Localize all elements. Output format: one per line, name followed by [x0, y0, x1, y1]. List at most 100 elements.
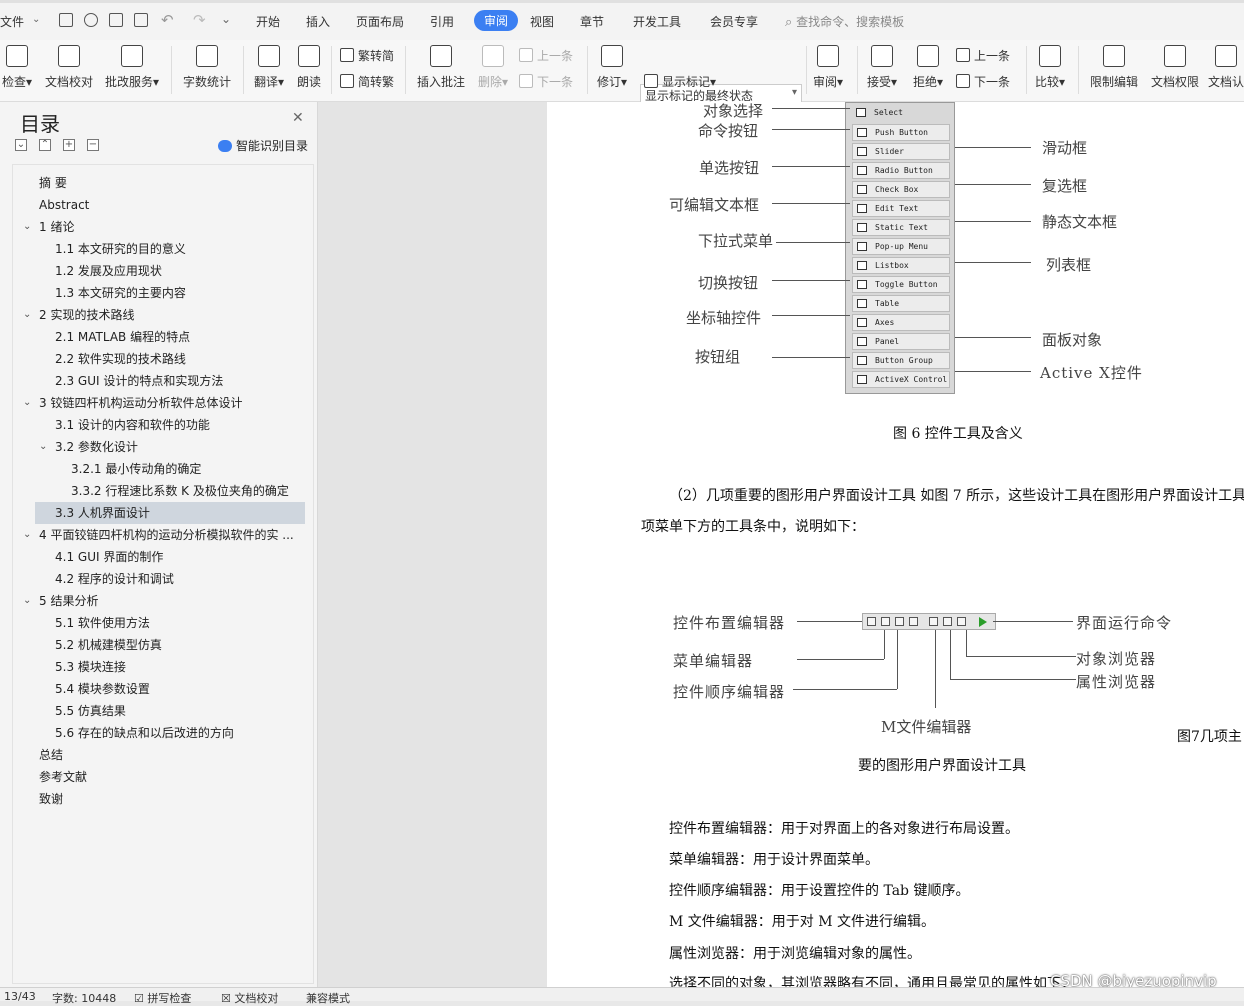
save-icon[interactable]	[59, 13, 73, 27]
menu-tab[interactable]: 引用	[430, 13, 454, 30]
translate-button[interactable]: 翻译▾	[251, 43, 287, 90]
smart-toc-button[interactable]: 智能识别目录	[218, 137, 308, 154]
page-indicator[interactable]: 13/43	[4, 990, 36, 1003]
track-changes-icon	[601, 45, 623, 67]
fig7-label: 对象浏览器	[1076, 650, 1157, 668]
tool-icon	[895, 617, 904, 626]
doc-check-button[interactable]: 文档校对	[43, 43, 95, 90]
menu-tab[interactable]: 会员专享	[710, 13, 758, 30]
delete-comment-button[interactable]: 删除▾	[474, 43, 512, 90]
chevron-down-icon[interactable]: ⌄	[23, 590, 31, 612]
toc-item[interactable]: 2.3 GUI 设计的特点和实现方法	[55, 370, 223, 392]
doc-check-status[interactable]: ☒ 文档校对	[221, 990, 278, 1006]
menu-tab[interactable]: 开发工具	[633, 13, 681, 30]
chevron-down-icon[interactable]: ⌄	[23, 216, 31, 238]
toc-item-selected[interactable]: 3.3 人机界面设计	[35, 502, 305, 524]
customize-icon[interactable]: ⌄	[221, 12, 231, 26]
toc-item[interactable]: 2 实现的技术路线	[39, 304, 134, 326]
remove-heading-icon[interactable]: −	[87, 139, 99, 151]
print-icon[interactable]	[109, 13, 123, 27]
spell-check-button[interactable]: 检查▾	[0, 43, 34, 90]
list-item: M 文件编辑器：用于对 M 文件进行编辑。	[669, 914, 936, 930]
insert-comment-button[interactable]: 插入批注	[414, 43, 468, 90]
menu-tab[interactable]: 审阅	[474, 10, 519, 31]
toc-item[interactable]: 1 绪论	[39, 216, 74, 238]
toc-item[interactable]: 致谢	[39, 788, 63, 810]
toc-item[interactable]: 2.1 MATLAB 编程的特点	[55, 326, 190, 348]
toc-item[interactable]: Abstract	[39, 194, 89, 216]
chevron-down-icon[interactable]: ⌄	[39, 436, 47, 458]
toc-item[interactable]: 5.3 模块连接	[55, 656, 126, 678]
toc-item[interactable]: 5.2 机械建模型仿真	[55, 634, 162, 656]
show-markup-button[interactable]: 显示标记▾	[644, 73, 716, 90]
add-heading-icon[interactable]: +	[63, 139, 75, 151]
compare-button[interactable]: 比较▾	[1032, 43, 1068, 90]
toc-item[interactable]: 5.6 存在的缺点和以后改进的方向	[55, 722, 234, 744]
toc-item[interactable]: 3.2.1 最小传动角的确定	[71, 458, 201, 480]
menu-tab[interactable]: 开始	[256, 13, 280, 30]
toc-item[interactable]: 2.2 软件实现的技术路线	[55, 348, 186, 370]
spell-check-status[interactable]: ☑ 拼写检查	[134, 990, 191, 1006]
toc-item[interactable]: 5.4 模块参数设置	[55, 678, 150, 700]
trad-to-simp-button[interactable]: 繁转简	[340, 47, 394, 64]
review-service-button[interactable]: 批改服务▾	[102, 43, 162, 90]
restrict-edit-button[interactable]: 限制编辑	[1087, 43, 1141, 90]
menu-bar: 文件 ⌄ ↶ ↷ ⌄ 开始 插入 页面布局 引用 审阅 视图 章节 开发工具 会员专享 ⌕ 查找…	[0, 0, 1244, 40]
toc-item[interactable]: 1.3 本文研究的主要内容	[55, 282, 186, 304]
next-change-button[interactable]: 下一条	[956, 73, 1010, 90]
chevron-down-icon[interactable]: ⌄	[23, 524, 31, 546]
palette-item-label: Slider	[875, 147, 904, 156]
prev-comment-button[interactable]: 上一条	[519, 47, 573, 64]
ribbon-divider	[806, 46, 807, 94]
menu-tab[interactable]: 页面布局	[356, 13, 404, 30]
toc-item[interactable]: 3.3.2 行程速比系数 K 及极位夹角的确定	[71, 480, 289, 502]
menu-tab[interactable]: 插入	[306, 13, 330, 30]
toc-item[interactable]: 4.2 程序的设计和调试	[55, 568, 174, 590]
leader-line	[955, 262, 1031, 263]
redo-icon[interactable]: ↷	[193, 11, 206, 29]
chevron-down-icon[interactable]: ⌄	[32, 14, 40, 25]
toc-item[interactable]: 4 平面铰链四杆机构的运动分析模拟软件的实 ...	[39, 524, 294, 546]
collapse-all-icon[interactable]: ⌄	[15, 139, 27, 151]
word-count-status[interactable]: 字数: 10448	[52, 990, 116, 1006]
next-comment-button[interactable]: 下一条	[519, 73, 573, 90]
track-changes-button[interactable]: 修订▾	[594, 43, 630, 90]
toc-item[interactable]: 5 结果分析	[39, 590, 98, 612]
close-icon[interactable]: ✕	[292, 110, 304, 126]
undo-history-icon[interactable]	[84, 13, 98, 27]
toc-item[interactable]: 3.2 参数化设计	[55, 436, 138, 458]
toc-item[interactable]: 5.5 仿真结果	[55, 700, 126, 722]
file-menu[interactable]: 文件	[0, 13, 24, 30]
menu-tab[interactable]: 视图	[530, 13, 554, 30]
menu-tab[interactable]: 章节	[580, 13, 604, 30]
read-aloud-button[interactable]: 朗读	[294, 43, 324, 90]
prev-change-button[interactable]: 上一条	[956, 47, 1010, 64]
chevron-down-icon[interactable]: ⌄	[23, 304, 31, 326]
reject-icon	[917, 45, 939, 67]
review-pane-button[interactable]: 审阅▾	[810, 43, 846, 90]
accept-button[interactable]: 接受▾	[864, 43, 900, 90]
simp-to-trad-button[interactable]: 简转繁	[340, 73, 394, 90]
toc-item[interactable]: 5.1 软件使用方法	[55, 612, 150, 634]
palette-item: Push Button	[852, 124, 950, 141]
toc-item[interactable]: 总结	[39, 744, 63, 766]
expand-up-icon[interactable]: ⌃	[39, 139, 51, 151]
leader-line	[955, 337, 1031, 338]
list-item: 属性浏览器：用于浏览编辑对象的属性。	[669, 946, 921, 962]
doc-permission-button[interactable]: 文档权限	[1148, 43, 1202, 90]
control-icon	[857, 337, 867, 346]
word-count-button[interactable]: 字数统计	[180, 43, 234, 90]
toc-item[interactable]: 摘 要	[39, 172, 67, 194]
toc-item[interactable]: 参考文献	[39, 766, 87, 788]
toc-item[interactable]: 3 铰链四杆机构运动分析软件总体设计	[39, 392, 242, 414]
print-preview-icon[interactable]	[134, 13, 148, 27]
toc-item[interactable]: 3.1 设计的内容和软件的功能	[55, 414, 210, 436]
toc-item[interactable]: 1.2 发展及应用现状	[55, 260, 162, 282]
chevron-down-icon[interactable]: ⌄	[23, 392, 31, 414]
doc-verify-button[interactable]: 文档认	[1208, 43, 1244, 90]
toc-item[interactable]: 1.1 本文研究的目的意义	[55, 238, 186, 260]
command-search[interactable]: ⌕ 查找命令、搜索模板	[785, 13, 904, 30]
toc-item[interactable]: 4.1 GUI 界面的制作	[55, 546, 163, 568]
undo-icon[interactable]: ↶	[161, 11, 174, 29]
reject-button[interactable]: 拒绝▾	[910, 43, 946, 90]
